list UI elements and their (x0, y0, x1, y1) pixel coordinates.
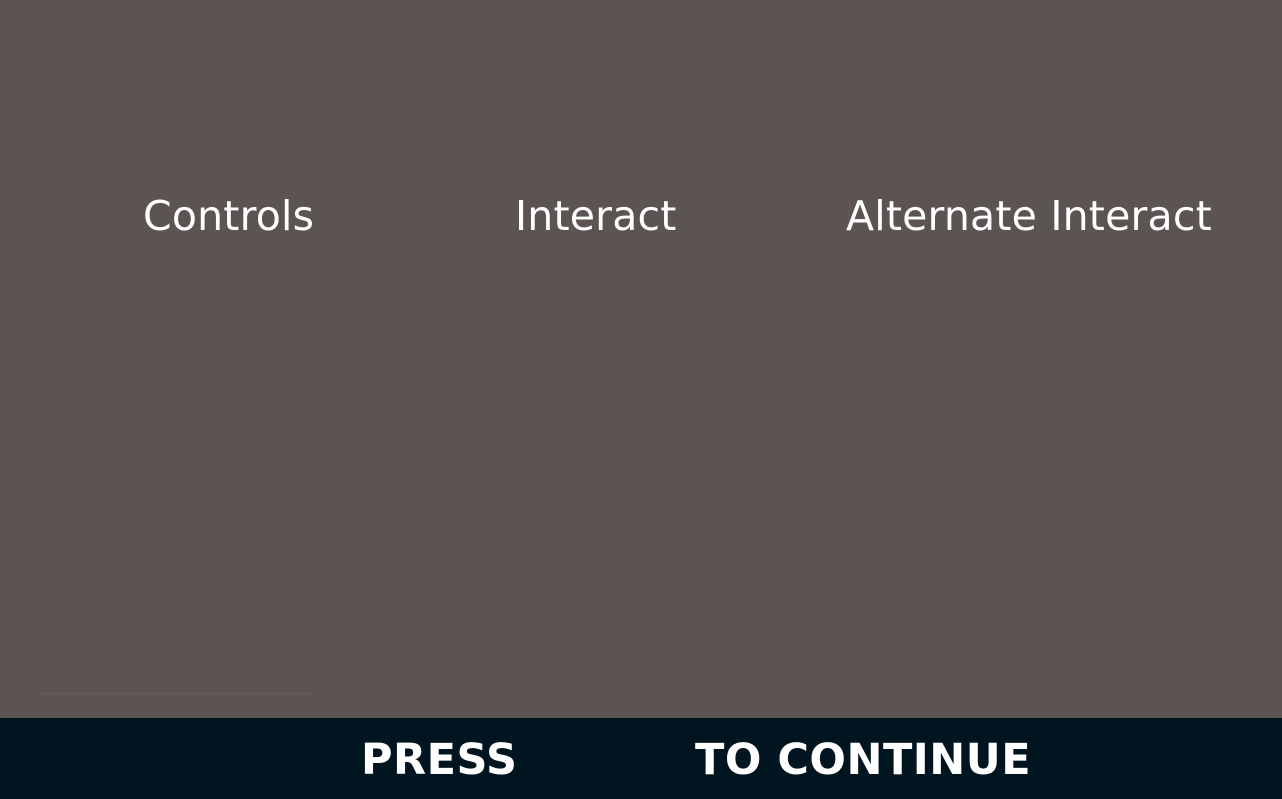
continue-button-icon (540, 732, 670, 788)
interact-heading: Interact (515, 192, 677, 240)
alternate-interact-heading: Alternate Interact (846, 192, 1212, 240)
to-continue-label: TO CONTINUE (695, 735, 1032, 785)
controls-screen: Controls Interact Alternate Interact PRE… (0, 0, 1282, 799)
controls-heading: Controls (143, 192, 315, 240)
press-label: PRESS (361, 735, 518, 785)
divider (40, 693, 312, 694)
